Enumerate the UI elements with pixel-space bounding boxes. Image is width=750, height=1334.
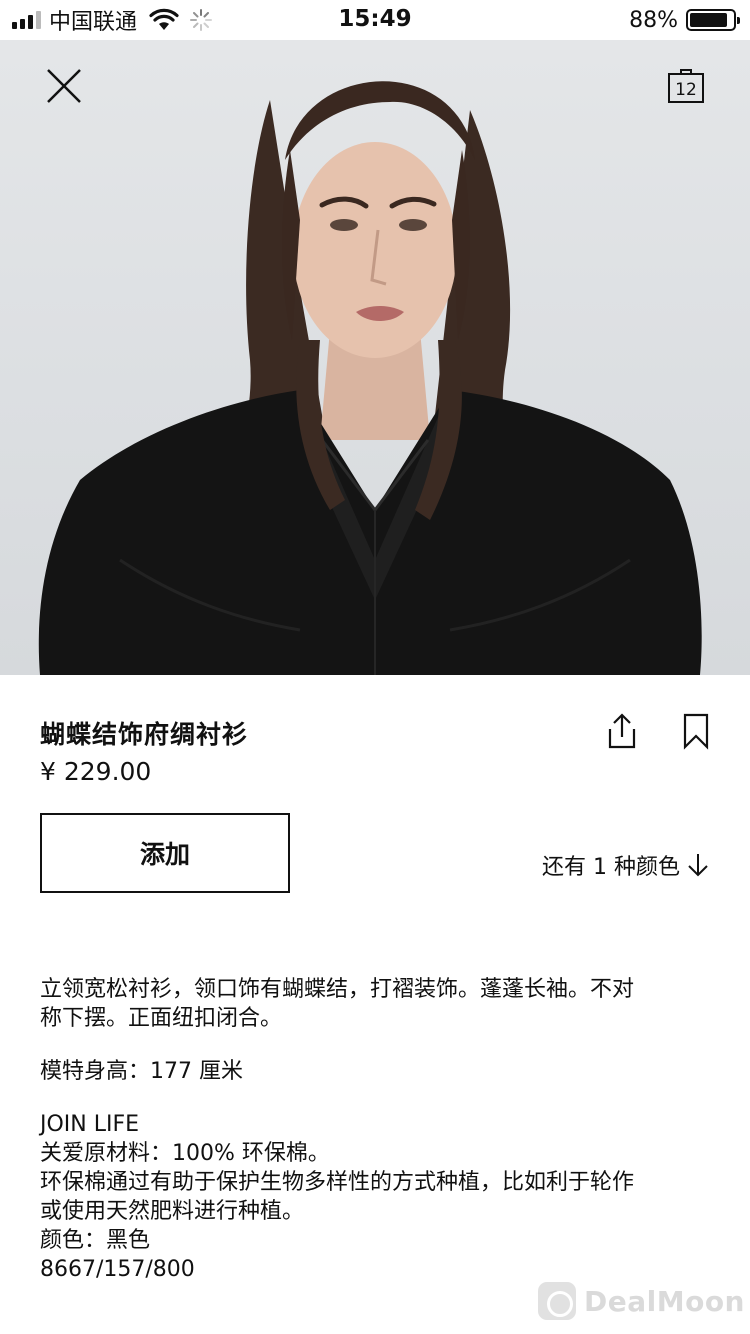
product-reference: 8667/157/800: [40, 1257, 195, 1282]
battery-fill: [690, 13, 727, 27]
share-button[interactable]: [602, 711, 642, 751]
arrow-down-icon: [688, 854, 708, 877]
description-paragraph: 立领宽松衬衫，领口饰有蝴蝶结，打褶装饰。蓬蓬长袖。不对 称下摆。正面纽扣闭合。: [40, 975, 710, 1033]
description-line: 称下摆。正面纽扣闭合。: [40, 1006, 283, 1031]
close-icon: [47, 69, 81, 103]
battery-icon: [686, 9, 740, 31]
watermark-text: DealMoon: [584, 1284, 745, 1318]
description-line: 立领宽松衬衫，领口饰有蝴蝶结，打褶装饰。蓬蓬长袖。不对: [40, 977, 635, 1002]
status-right: 88%: [629, 6, 740, 34]
status-bar: 中国联通 15:49 88%: [0, 0, 750, 40]
join-life-label: JOIN LIFE: [40, 1112, 140, 1137]
watermark: DealMoon: [538, 1282, 745, 1320]
share-icon: [608, 713, 636, 749]
shopping-bag-button[interactable]: 12: [662, 62, 710, 110]
model-photo: [38, 81, 702, 675]
bookmark-button[interactable]: [676, 711, 716, 751]
close-button[interactable]: [40, 62, 88, 110]
add-to-cart-button[interactable]: 添加: [40, 813, 290, 893]
product-title: 蝴蝶结饰府绸衬衫: [40, 720, 249, 749]
color-info: 颜色：黑色: [40, 1228, 151, 1253]
bag-count-badge: 12: [675, 80, 697, 100]
cotton-info-line: 环保棉通过有助于保护生物多样性的方式种植，比如利于轮作: [40, 1170, 635, 1195]
dealmoon-logo-icon: [538, 1282, 576, 1320]
material-info: 关爱原材料：100% 环保棉。: [40, 1141, 330, 1166]
product-info: 蝴蝶结饰府绸衬衫 ¥ 229.00 添加 还有 1 种颜色 立领宽松衬衫，领口饰…: [0, 675, 750, 1334]
bookmark-icon: [683, 713, 709, 750]
product-price: ¥ 229.00: [40, 757, 152, 786]
sustainability-block: JOIN LIFE 关爱原材料：100% 环保棉。 环保棉通过有助于保护生物多样…: [40, 1110, 710, 1284]
product-image: 12: [0, 40, 750, 675]
model-height: 模特身高：177 厘米: [40, 1059, 243, 1084]
battery-percent: 88%: [629, 7, 678, 33]
more-colors-label: 还有 1 种颜色: [542, 855, 680, 880]
product-description: 立领宽松衬衫，领口饰有蝴蝶结，打褶装饰。蓬蓬长袖。不对 称下摆。正面纽扣闭合。 …: [40, 975, 710, 1284]
more-colors-link[interactable]: 还有 1 种颜色: [500, 849, 710, 881]
cotton-info-line: 或使用天然肥料进行种植。: [40, 1199, 305, 1224]
